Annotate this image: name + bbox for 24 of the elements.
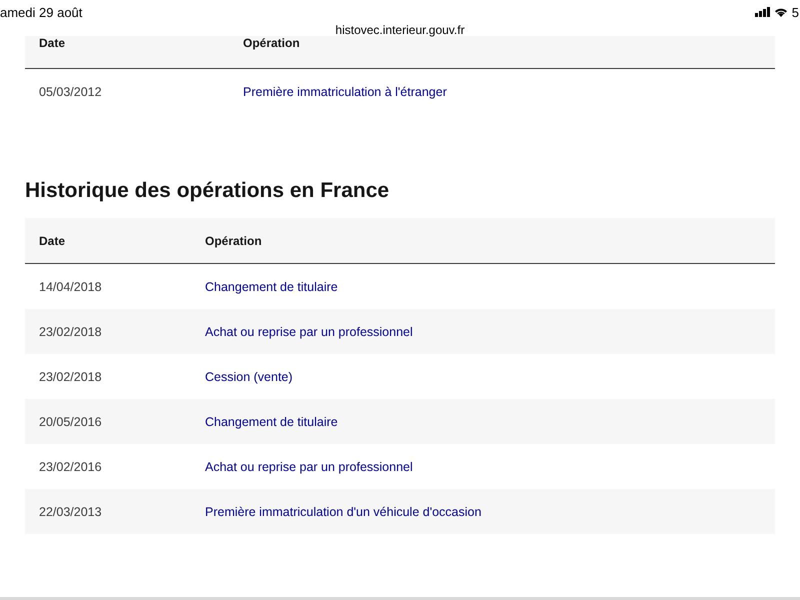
date-cell-text: 23/02/2018	[39, 370, 103, 384]
url-address[interactable]: histovec.interieur.gouv.fr	[335, 23, 465, 37]
operation-link[interactable]: Changement de titulaire	[205, 280, 338, 294]
wifi-icon	[774, 7, 788, 17]
operation-link[interactable]: Première immatriculation à l'étranger	[243, 84, 447, 98]
section-title: Historique des opérations en France	[25, 178, 390, 204]
date-cell-text: 20/05/2016	[39, 414, 103, 428]
operation-link[interactable]: Première immatriculation d'un véhicule d'occasion	[205, 504, 482, 518]
column-header: Date	[39, 36, 66, 50]
signal-icon	[754, 7, 770, 17]
operation-link[interactable]: Changement de titulaire	[205, 414, 338, 428]
status-date: amedi 29 août	[0, 4, 82, 20]
date-cell-text: 14/04/2018	[39, 280, 103, 294]
operation-link[interactable]: Cession (vente)	[205, 370, 293, 384]
operation-link[interactable]: Achat ou reprise par un professionnel	[205, 324, 413, 338]
date-cell-text: 23/02/2018	[39, 324, 103, 338]
column-header: Opération	[243, 36, 300, 50]
column-header: Date	[39, 234, 66, 248]
operation-link[interactable]: Achat ou reprise par un professionnel	[205, 460, 413, 474]
date-cell-text: 22/03/2013	[39, 504, 103, 518]
battery-percent: 5	[792, 4, 799, 20]
date-cell-text: 05/03/2012	[39, 84, 103, 98]
date-cell-text: 23/02/2016	[39, 460, 103, 474]
column-header: Opération	[205, 234, 262, 248]
